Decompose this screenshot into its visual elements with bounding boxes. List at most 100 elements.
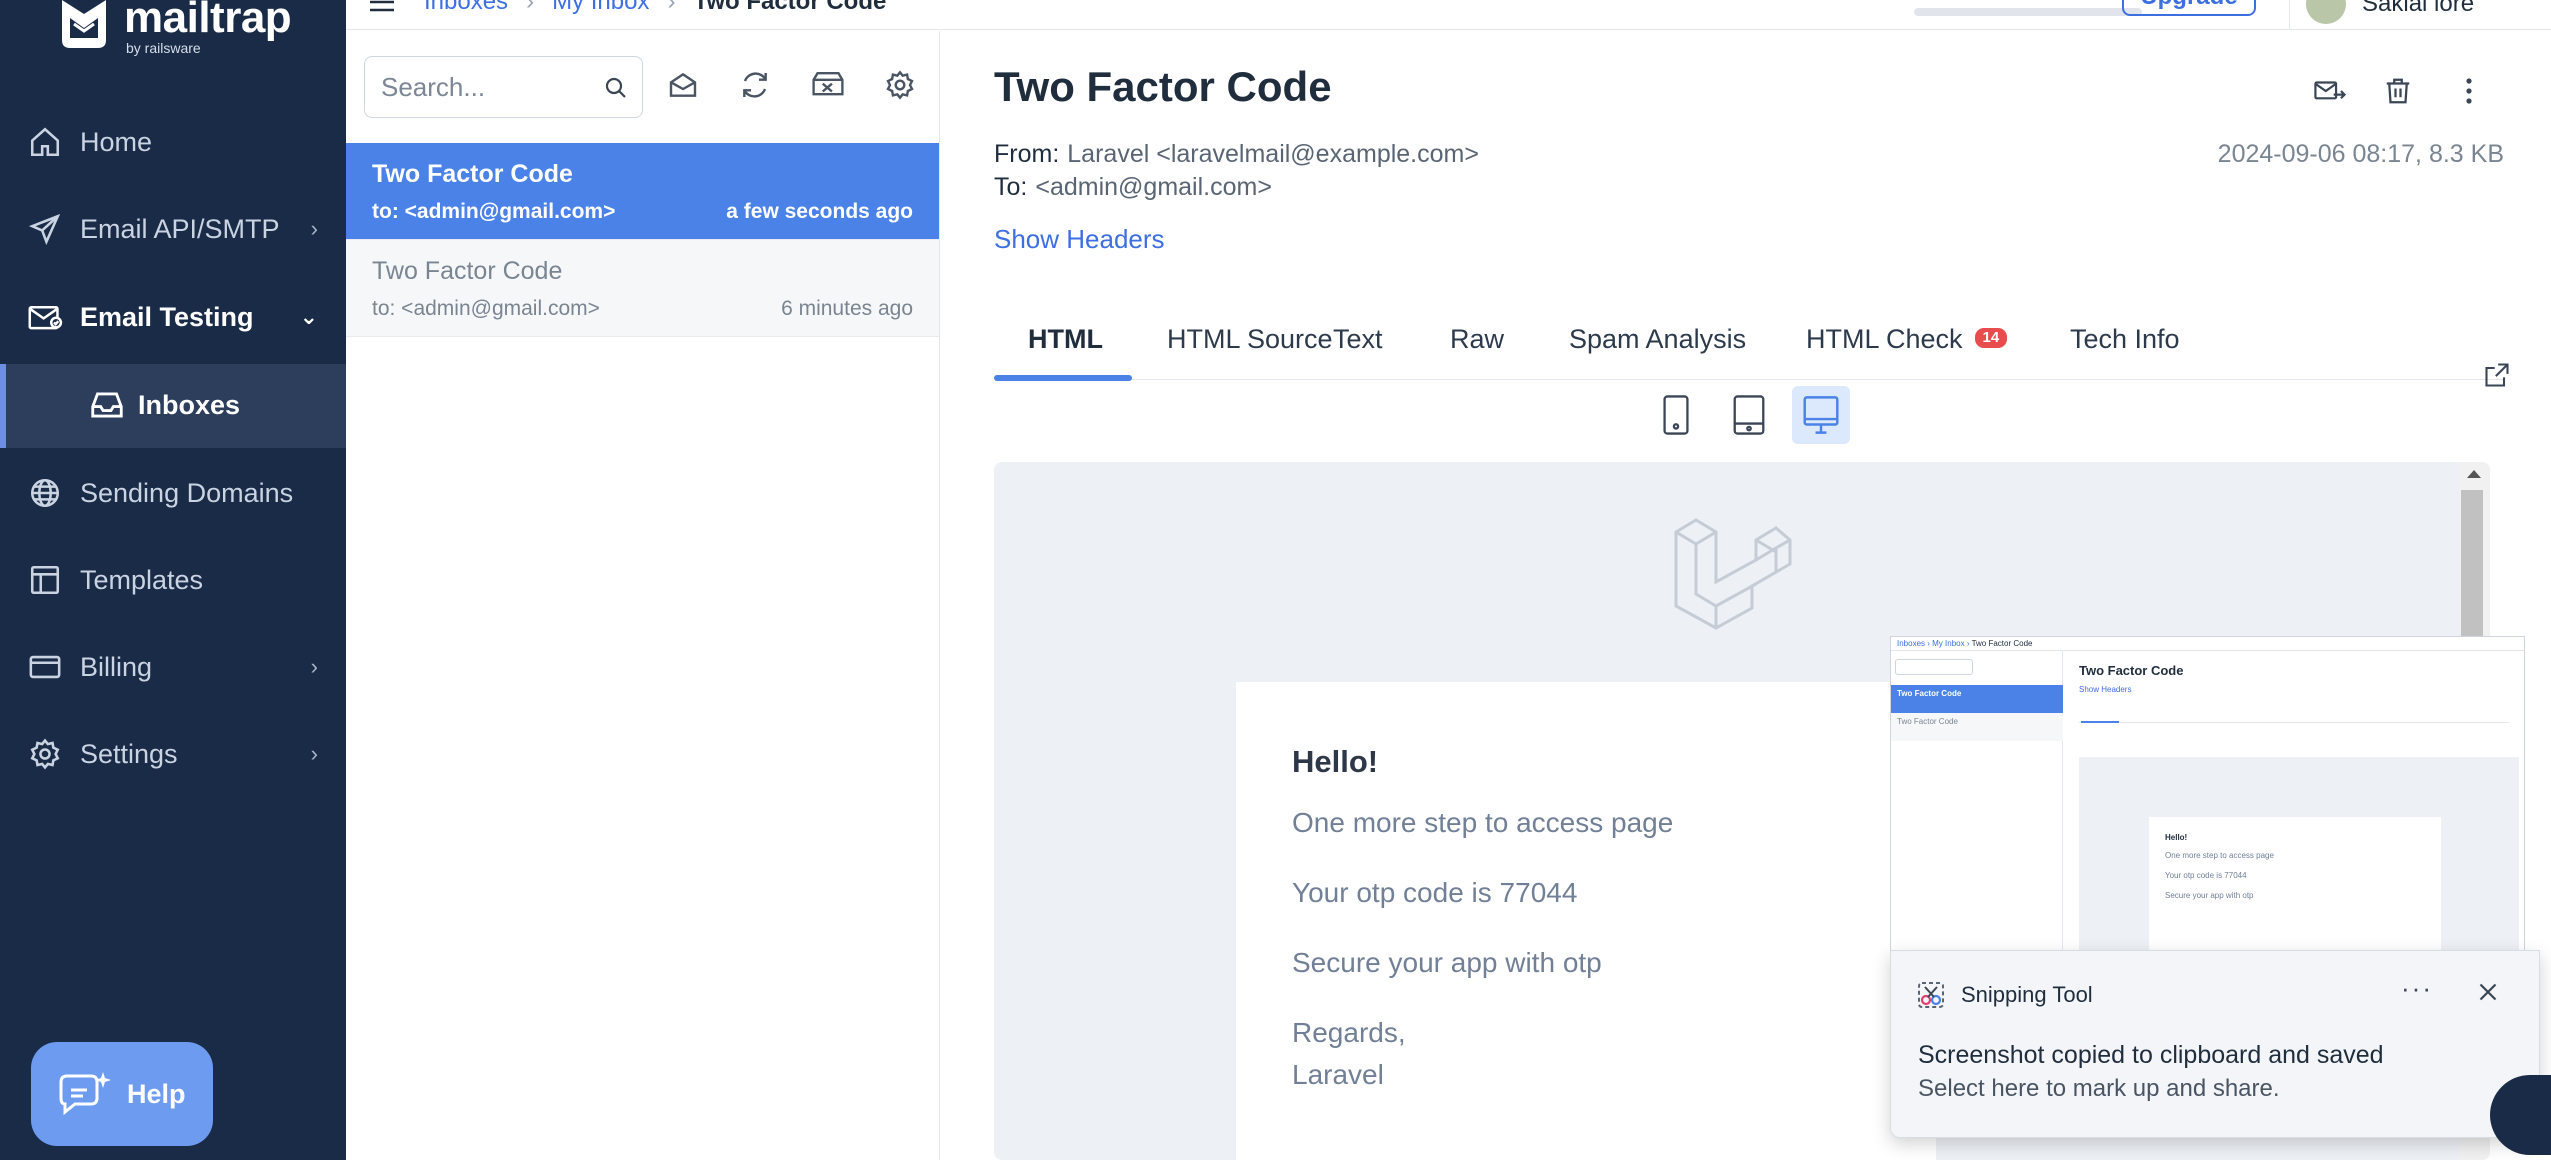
toast-app: Snipping Tool — [1917, 981, 2093, 1009]
sidebar-item-home[interactable]: Home — [0, 102, 346, 182]
refresh-icon — [743, 72, 767, 98]
snipping-tool-notification[interactable]: Snipping Tool ··· Screenshot copied to c… — [1890, 950, 2540, 1138]
help-label: Help — [127, 1078, 186, 1109]
email-line: Laravel — [1292, 1059, 1384, 1090]
inbox-settings-button[interactable] — [880, 65, 920, 105]
from-label: From: — [994, 140, 1060, 168]
thumbnail-line: Your otp code is 77044 — [2165, 871, 2247, 880]
clear-inbox-button[interactable] — [808, 65, 848, 105]
screenshot-thumbnail[interactable]: Inboxes › My Inbox › Two Factor Code Two… — [1890, 636, 2525, 951]
billing-icon — [26, 648, 64, 686]
sidebar-item-inboxes[interactable]: Inboxes — [0, 364, 346, 448]
send-icon — [26, 210, 64, 248]
upgrade-button[interactable]: Upgrade — [2122, 0, 2256, 16]
tab-label: Spam Analysis — [1569, 324, 1747, 354]
sidebar-item-label: Home — [80, 126, 153, 157]
sidebar-item-label: Templates — [80, 564, 204, 595]
thumbnail-breadcrumb: Inboxes › My Inbox › Two Factor Code — [1897, 639, 2033, 648]
user-menu[interactable]: Sakiai lore — [2306, 0, 2474, 24]
tab-html-check[interactable]: HTML Check 14 — [1806, 279, 2008, 380]
refresh-button[interactable] — [735, 65, 775, 105]
sidebar: mailtrap by railsware Home Email API/SMT… — [0, 0, 346, 1160]
message-item[interactable]: Two Factor Code to: <admin@gmail.com> 6 … — [346, 240, 939, 337]
phone-icon — [1663, 395, 1689, 435]
menu-icon[interactable] — [370, 0, 394, 12]
message-tabs: HTML HTML Source Text Raw Spam Analysis … — [994, 279, 2504, 381]
tab-html-source[interactable]: HTML Source — [1167, 279, 1333, 380]
thumbnail-show-headers: Show Headers — [2079, 685, 2132, 694]
trash-icon — [2386, 78, 2410, 104]
breadcrumb-my-inbox[interactable]: My Inbox — [552, 0, 649, 16]
help-button[interactable]: Help — [31, 1042, 213, 1146]
tab-raw[interactable]: Raw — [1450, 279, 1504, 380]
to-value: <admin@gmail.com> — [1035, 173, 1272, 201]
show-headers-link[interactable]: Show Headers — [994, 224, 1165, 255]
sidebar-item-templates[interactable]: Templates — [0, 540, 346, 620]
toast-app-name: Snipping Tool — [1961, 982, 2093, 1007]
forward-button[interactable] — [2310, 71, 2350, 111]
tablet-icon — [1733, 395, 1765, 435]
tab-label: HTML — [1028, 324, 1103, 354]
search-input[interactable] — [381, 57, 601, 117]
inbox-icon — [88, 386, 128, 426]
message-recipient: to: <admin@gmail.com> — [372, 200, 616, 223]
thumbnail-line: Secure your app with otp — [2165, 891, 2254, 900]
tab-label: HTML Source — [1167, 324, 1333, 354]
mailtrap-logo[interactable]: mailtrap by railsware — [56, 0, 292, 56]
mark-all-read-button[interactable] — [663, 65, 703, 105]
desktop-view-button[interactable] — [1792, 386, 1850, 444]
gear-icon — [886, 70, 914, 100]
search-icon[interactable] — [604, 76, 628, 100]
sidebar-item-sending-domains[interactable]: Sending Domains — [0, 453, 346, 533]
sidebar-item-label: Email Testing — [80, 301, 254, 332]
delete-button[interactable] — [2378, 71, 2418, 111]
message-subject: Two Factor Code — [372, 160, 573, 188]
email-testing-icon — [26, 298, 64, 336]
tab-tech-info[interactable]: Tech Info — [2070, 279, 2180, 380]
divider — [2289, 0, 2290, 30]
gear-icon — [26, 735, 64, 773]
desktop-icon — [1803, 396, 1839, 434]
tab-html[interactable]: HTML — [1028, 279, 1103, 380]
globe-icon — [26, 474, 64, 512]
sidebar-item-email-testing[interactable]: Email Testing ⌄ — [0, 277, 346, 357]
open-external-icon[interactable] — [2483, 361, 2511, 389]
toast-subtitle: Select here to mark up and share. — [1918, 1075, 2280, 1102]
sidebar-item-label: Inboxes — [138, 390, 241, 420]
thumbnail-greeting: Hello! — [2165, 833, 2188, 842]
toast-more-button[interactable]: ··· — [2401, 973, 2433, 1004]
breadcrumb-inboxes[interactable]: Inboxes — [424, 0, 508, 16]
close-icon[interactable] — [2473, 977, 2503, 1007]
chevron-right-icon: › — [310, 216, 318, 241]
avatar — [2306, 0, 2346, 24]
toast-title: Screenshot copied to clipboard and saved — [1918, 1041, 2384, 1069]
mobile-view-button[interactable] — [1647, 386, 1705, 444]
to-row: To: <admin@gmail.com> — [994, 173, 1272, 202]
message-list-pane: Two Factor Code to: <admin@gmail.com> a … — [346, 31, 940, 1160]
message-time: a few seconds ago — [726, 200, 913, 223]
sidebar-item-settings[interactable]: Settings › — [0, 714, 346, 794]
sidebar-item-email-api[interactable]: Email API/SMTP › — [0, 189, 346, 269]
thumbnail-title: Two Factor Code — [2079, 663, 2184, 678]
tab-text[interactable]: Text — [1333, 279, 1383, 380]
message-item[interactable]: Two Factor Code to: <admin@gmail.com> a … — [346, 143, 939, 240]
forward-mail-icon — [2314, 81, 2347, 100]
brand-name: mailtrap — [124, 0, 292, 42]
more-options-button[interactable] — [2449, 71, 2489, 111]
usage-progress-bar — [1914, 8, 2142, 16]
tab-label: Raw — [1450, 324, 1505, 354]
snipping-tool-icon — [1918, 982, 1944, 1008]
scroll-up-arrow[interactable] — [2467, 470, 2481, 478]
tab-label: HTML Check — [1806, 324, 1963, 354]
brand-sub: by railsware — [126, 40, 201, 56]
message-time: 6 minutes ago — [781, 297, 913, 320]
sidebar-item-label: Email API/SMTP — [80, 213, 280, 244]
tab-spam-analysis[interactable]: Spam Analysis — [1569, 279, 1746, 380]
tab-label: Text — [1333, 324, 1383, 354]
tablet-view-button[interactable] — [1720, 386, 1778, 444]
from-row: From: Laravel <laravelmail@example.com> — [994, 140, 1479, 169]
sidebar-item-billing[interactable]: Billing › — [0, 627, 346, 707]
sidebar-item-label: Settings — [80, 738, 178, 769]
user-name: Sakiai lore — [2362, 0, 2475, 17]
message-subject: Two Factor Code — [372, 257, 563, 285]
